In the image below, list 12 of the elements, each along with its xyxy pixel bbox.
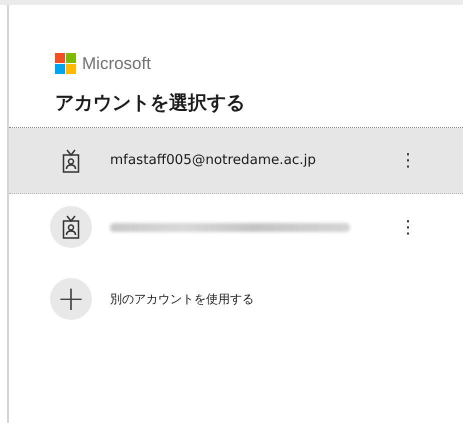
page-title: アカウントを選択する	[54, 90, 246, 116]
account-email: mfastaff005@notredame.ac.jp	[110, 151, 316, 170]
account-row[interactable]: ⋮	[9, 194, 463, 260]
account-row[interactable]: mfastaff005@notredame.ac.jp ⋮	[9, 128, 463, 194]
add-icon: +	[50, 278, 92, 320]
more-options-button[interactable]: ⋮	[393, 147, 423, 174]
id-badge-icon	[62, 215, 80, 239]
add-account-link[interactable]: 別のアカウントを使用する	[110, 290, 254, 308]
more-options-button[interactable]: ⋮	[393, 214, 423, 240]
id-badge-icon	[62, 148, 80, 172]
brand-name: Microsoft	[82, 53, 151, 75]
microsoft-logo-icon	[55, 53, 76, 74]
